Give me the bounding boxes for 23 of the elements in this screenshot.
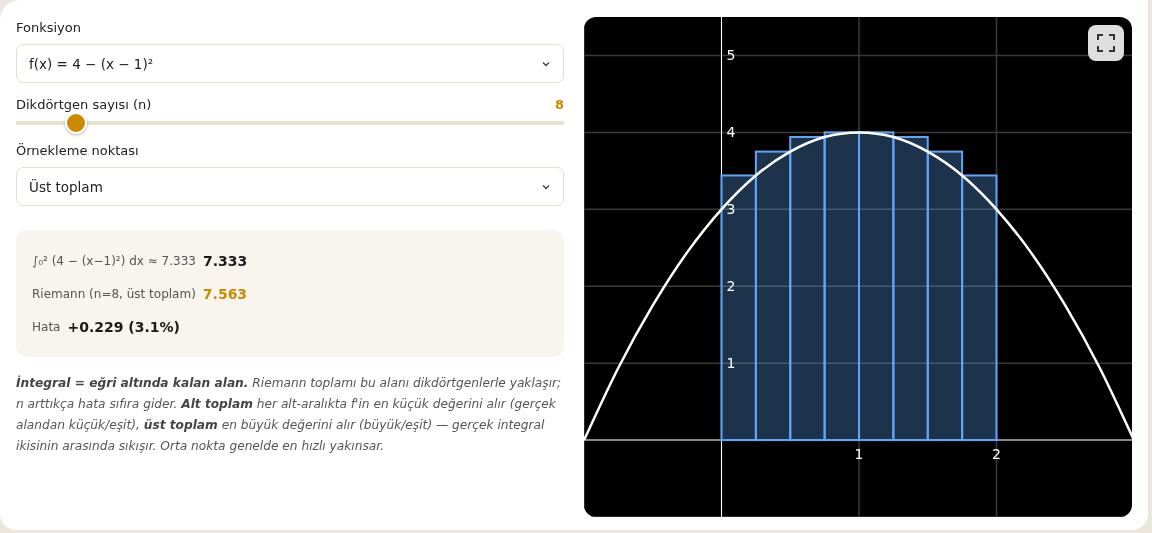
x-tick-label: 2 xyxy=(992,446,1001,463)
result-label: ∫₀² (4 − (x−1)²) dx ≈ 7.333 xyxy=(32,253,196,268)
field-label: Örnekleme noktası xyxy=(16,143,139,158)
y-tick-label: 3 xyxy=(726,201,736,218)
result-value: +0.229 (3.1%) xyxy=(67,318,180,335)
x-tick-label: 1 xyxy=(854,446,864,463)
description-text: İntegral = eğri altında kalan alan. Riemann toplamı bu alanı dikdörtgenlerle yaklaşır; n arttıkça hata sıfıra gider. Alt toplam her alt-aralıkta f'in en küçük değerini alır (gerçek alandan küçük/eşit), üst toplam en büyük değerini alır (büyük/eşit) — gerçek integral ikisinin arasında sıkışır. Orta nokta genelde en hızlı yakınsar. xyxy=(16,374,563,455)
y-tick-label: 2 xyxy=(726,278,736,295)
fullscreen-icon xyxy=(1096,33,1116,53)
slider-value: 8 xyxy=(554,97,564,112)
result-value: 7.563 xyxy=(202,285,248,302)
field-label: Fonksiyon xyxy=(16,20,81,35)
y-tick-label: 5 xyxy=(726,47,736,64)
y-tick-label: 4 xyxy=(726,124,736,141)
slider-thumb[interactable] xyxy=(65,112,88,134)
dropdown[interactable]: Üst toplam xyxy=(16,167,564,206)
slider-label: Dikdörtgen sayısı (n) xyxy=(16,97,152,112)
y-tick-label: 1 xyxy=(726,355,736,372)
dropdown[interactable]: f(x) = 4 − (x − 1)² xyxy=(16,44,564,83)
result-label: Hata xyxy=(32,319,61,334)
result-label: Riemann (n=8, üst toplam) xyxy=(32,286,196,301)
fullscreen-button[interactable] xyxy=(1088,25,1124,61)
result-value: 7.333 xyxy=(202,252,248,269)
